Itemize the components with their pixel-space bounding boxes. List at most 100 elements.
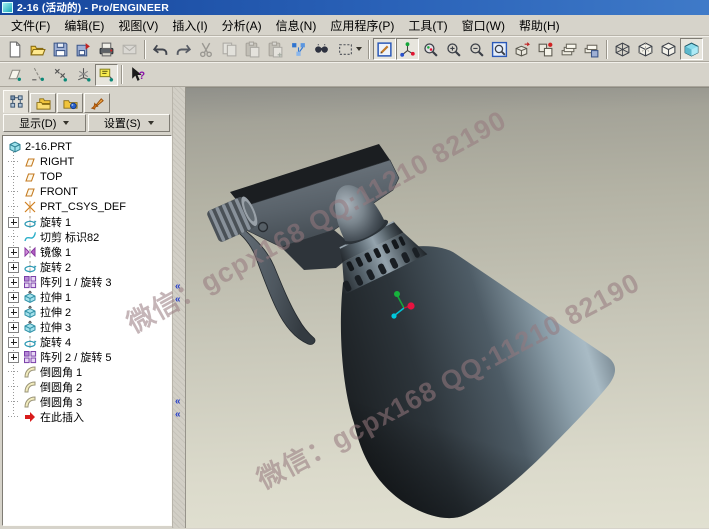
tree-item-insert-here[interactable]: 在此插入	[7, 409, 171, 424]
extrude-icon	[23, 305, 37, 319]
no-hidden-button[interactable]	[657, 38, 680, 60]
paste-button	[241, 38, 264, 60]
redo-button[interactable]	[172, 38, 195, 60]
expand-box[interactable]	[7, 349, 20, 364]
collapse-chevron-icon[interactable]: «	[175, 397, 181, 407]
model-tree-icon	[9, 94, 24, 109]
show-menu-button[interactable]: 显示(D)	[3, 114, 86, 132]
find-button[interactable]	[310, 38, 333, 60]
spin-center-button[interactable]	[396, 38, 419, 60]
tab-folder-browser[interactable]	[30, 93, 56, 113]
datum-axis-icon	[29, 66, 46, 83]
menu-insert[interactable]: 插入(I)	[165, 15, 214, 36]
favorites-icon	[63, 96, 78, 111]
tab-connections[interactable]	[84, 93, 110, 113]
tree-item-mirror-1[interactable]: 镜像 1	[7, 244, 171, 259]
tree-item-cut-id82[interactable]: 切剪 标识82	[7, 229, 171, 244]
collapse-chevron-icon[interactable]: «	[175, 295, 181, 305]
regenerate-button[interactable]	[287, 38, 310, 60]
tree-item-extrude-2[interactable]: 拉伸 2	[7, 304, 171, 319]
annotations-toggle[interactable]	[95, 64, 118, 86]
datum-points-toggle[interactable]	[49, 64, 72, 86]
tab-favorites[interactable]	[57, 93, 83, 113]
expand-box[interactable]	[7, 304, 20, 319]
tab-model-tree[interactable]	[3, 90, 29, 113]
menu-tools[interactable]: 工具(T)	[401, 15, 454, 36]
menu-analysis[interactable]: 分析(A)	[215, 15, 269, 36]
wireframe-button[interactable]	[611, 38, 634, 60]
toolbar-separator	[144, 40, 146, 59]
regenerate-icon	[290, 41, 307, 58]
model-tree: 2-16.PRT RIGHT TOP FRONT PRT_CSYS_DEF 旋转…	[2, 135, 172, 526]
expand-box[interactable]	[7, 259, 20, 274]
datum-point-icon	[52, 66, 69, 83]
panel-splitter[interactable]: « « « «	[172, 87, 186, 528]
datum-axes-toggle[interactable]	[26, 64, 49, 86]
menu-view[interactable]: 视图(V)	[111, 15, 165, 36]
new-file-button[interactable]	[3, 38, 26, 60]
mail-icon	[121, 41, 138, 58]
tree-item-revolve-1[interactable]: 旋转 1	[7, 214, 171, 229]
tree-item-revolve-2[interactable]: 旋转 2	[7, 259, 171, 274]
zoom-out-button[interactable]	[465, 38, 488, 60]
orient-mode-button[interactable]	[419, 38, 442, 60]
print-button[interactable]	[95, 38, 118, 60]
zoom-in-icon	[445, 41, 462, 58]
saved-views-button[interactable]	[511, 38, 534, 60]
tree-item-part[interactable]: 2-16.PRT	[5, 139, 171, 154]
cut-button	[195, 38, 218, 60]
expand-box[interactable]	[7, 214, 20, 229]
toolbar-standard	[0, 36, 709, 62]
expand-box[interactable]	[7, 274, 20, 289]
revolve-icon	[23, 215, 37, 229]
save-backup-button[interactable]	[72, 38, 95, 60]
datum-planes-toggle[interactable]	[3, 64, 26, 86]
menu-info[interactable]: 信息(N)	[269, 15, 324, 36]
insert-here-icon	[23, 410, 37, 424]
datum-plane-icon	[23, 170, 37, 184]
shaded-button[interactable]	[680, 38, 703, 60]
revolve-icon	[23, 335, 37, 349]
context-help-button[interactable]	[126, 64, 149, 86]
view-manager-button[interactable]	[534, 38, 557, 60]
menu-edit[interactable]: 编辑(E)	[57, 15, 111, 36]
expand-box[interactable]	[7, 289, 20, 304]
menu-help[interactable]: 帮助(H)	[512, 15, 567, 36]
tree-item-round-1[interactable]: 倒圆角 1	[7, 364, 171, 379]
layer-settings-button[interactable]	[580, 38, 603, 60]
refit-button[interactable]	[488, 38, 511, 60]
tree-item-top[interactable]: TOP	[7, 169, 171, 184]
save-button[interactable]	[49, 38, 72, 60]
collapse-chevron-icon[interactable]: «	[175, 282, 181, 292]
tree-item-pattern-2[interactable]: 阵列 2 / 旋转 5	[7, 349, 171, 364]
layers-button[interactable]	[557, 38, 580, 60]
open-button[interactable]	[26, 38, 49, 60]
expand-box[interactable]	[7, 244, 20, 259]
tree-item-extrude-1[interactable]: 拉伸 1	[7, 289, 171, 304]
tree-item-pattern-1[interactable]: 阵列 1 / 旋转 3	[7, 274, 171, 289]
settings-menu-button[interactable]: 设置(S)	[88, 114, 171, 132]
tree-item-round-2[interactable]: 倒圆角 2	[7, 379, 171, 394]
menu-file[interactable]: 文件(F)	[4, 15, 57, 36]
menu-applications[interactable]: 应用程序(P)	[323, 15, 401, 36]
selection-filter-button[interactable]	[333, 38, 365, 60]
collapse-chevron-icon[interactable]: «	[175, 410, 181, 420]
repaint-button[interactable]	[373, 38, 396, 60]
tree-toolbar: 显示(D) 设置(S)	[2, 113, 172, 133]
zoom-in-button[interactable]	[442, 38, 465, 60]
tree-item-front[interactable]: FRONT	[7, 184, 171, 199]
undo-button[interactable]	[149, 38, 172, 60]
datum-csys-toggle[interactable]	[72, 64, 95, 86]
expand-box[interactable]	[7, 319, 20, 334]
tree-item-right[interactable]: RIGHT	[7, 154, 171, 169]
tree-item-round-3[interactable]: 倒圆角 3	[7, 394, 171, 409]
tree-item-extrude-3[interactable]: 拉伸 3	[7, 319, 171, 334]
expand-box[interactable]	[7, 334, 20, 349]
spray-bottle-model[interactable]	[186, 88, 709, 528]
graphics-viewport[interactable]	[186, 87, 709, 528]
bottle-cone-shadow	[341, 246, 615, 518]
hidden-line-button[interactable]	[634, 38, 657, 60]
menu-window[interactable]: 窗口(W)	[455, 15, 512, 36]
tree-item-csys[interactable]: PRT_CSYS_DEF	[7, 199, 171, 214]
tree-item-revolve-4[interactable]: 旋转 4	[7, 334, 171, 349]
